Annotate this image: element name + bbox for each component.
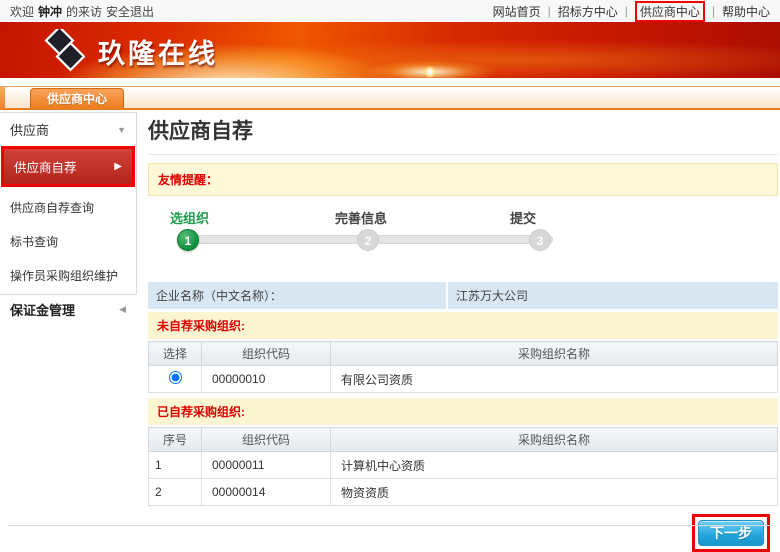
button-zone: 下一步: [148, 514, 778, 552]
org-name-cell: 有限公司资质: [331, 366, 778, 393]
tab-supplier-center[interactable]: 供应商中心: [30, 88, 124, 109]
company-name-label: 企业名称（中文名称）：: [148, 282, 446, 309]
sidebar-menu: 供应商 ▼ 供应商自荐 ▶ 供应商自荐查询 标书查询 操作员采购组织维护 保证金…: [0, 112, 137, 295]
column-header-org-name: 采购组织名称: [331, 342, 778, 366]
table-row: 1 00000011 计算机中心资质: [149, 452, 778, 479]
column-header-seq: 序号: [149, 428, 202, 452]
seq-cell: 1: [149, 452, 202, 479]
tabstrip-left-cap: [0, 87, 5, 109]
next-step-button[interactable]: 下一步: [698, 520, 764, 546]
step-progress: 选组织 完善信息 提交 1 2 3: [148, 208, 778, 260]
nav-help-center[interactable]: 帮助中心: [722, 3, 770, 20]
footer-divider: [8, 525, 772, 526]
org-code-cell: 00000010: [202, 366, 331, 393]
seq-cell: 2: [149, 479, 202, 506]
welcome-text: 欢迎 钟冲 的来访 安全退出: [10, 3, 154, 20]
org-code-cell: 00000011: [202, 452, 331, 479]
nav-separator: |: [625, 4, 628, 18]
nav-supplier-center[interactable]: 供应商中心: [640, 5, 700, 19]
sidebar-group-label: 供应商: [10, 120, 49, 139]
sidebar-group-deposit[interactable]: 保证金管理 ◀: [0, 293, 136, 326]
step-dot-3: 3: [529, 229, 551, 251]
nav-separator: |: [712, 4, 715, 18]
step-label-complete-info: 完善信息: [335, 208, 387, 227]
table-row: 2 00000014 物资资质: [149, 479, 778, 506]
sidebar-item-self-recommend-query[interactable]: 供应商自荐查询: [0, 191, 136, 225]
username: 钟冲: [38, 3, 62, 20]
recommended-table: 序号 组织代码 采购组织名称 1 00000011 计算机中心资质 2 0000…: [148, 427, 778, 506]
nav-home[interactable]: 网站首页: [493, 3, 541, 20]
welcome-suffix: 的来访: [66, 3, 102, 20]
step-label-submit: 提交: [510, 208, 536, 227]
select-cell: [149, 366, 202, 393]
step-dot-1: 1: [177, 229, 199, 251]
column-header-org-code: 组织代码: [202, 428, 331, 452]
step-label-select-org: 选组织: [170, 208, 209, 227]
arrow-right-icon: ▶: [114, 161, 122, 172]
table-row: 00000010 有限公司资质: [149, 366, 778, 393]
section-heading-not-recommended: 未自荐采购组织:: [148, 312, 778, 339]
main-content: 供应商自荐 友情提醒： 选组织 完善信息 提交 1 2 3 企业名称（中文名称）…: [148, 112, 778, 552]
top-nav: 网站首页 | 招标方中心 | 供应商中心 | 帮助中心: [493, 1, 770, 22]
annotation-box-next-button: 下一步: [692, 514, 770, 552]
notice-bar: 友情提醒：: [148, 163, 778, 196]
tab-strip: 供应商中心: [0, 86, 780, 110]
step-dot-2: 2: [357, 229, 379, 251]
table-header-row: 选择 组织代码 采购组织名称: [149, 342, 778, 366]
sidebar-item-operator-org-maintain[interactable]: 操作员采购组织维护: [0, 259, 136, 293]
nav-bidder-center[interactable]: 招标方中心: [558, 3, 618, 20]
column-header-org-code: 组织代码: [202, 342, 331, 366]
org-code-cell: 00000014: [202, 479, 331, 506]
site-banner: 玖隆在线: [0, 22, 780, 78]
company-name-row: 企业名称（中文名称）： 江苏万大公司: [148, 282, 778, 309]
chevron-left-icon: ◀: [119, 304, 126, 315]
welcome-prefix: 欢迎: [10, 3, 34, 20]
not-recommended-table: 选择 组织代码 采购组织名称 00000010 有限公司资质: [148, 341, 778, 393]
annotation-box-self-recommend: 供应商自荐 ▶: [1, 146, 135, 187]
table-header-row: 序号 组织代码 采购组织名称: [149, 428, 778, 452]
logo-text: 玖隆在线: [98, 32, 218, 71]
org-radio[interactable]: [169, 371, 182, 384]
sidebar-group-supplier[interactable]: 供应商 ▼: [0, 113, 136, 145]
org-name-cell: 计算机中心资质: [331, 452, 778, 479]
nav-separator: |: [548, 4, 551, 18]
top-utility-bar: 欢迎 钟冲 的来访 安全退出 网站首页 | 招标方中心 | 供应商中心 | 帮助…: [0, 0, 780, 22]
sidebar-item-label: 供应商自荐: [14, 157, 77, 176]
sidebar-item-self-recommend[interactable]: 供应商自荐 ▶: [4, 149, 132, 184]
sidebar-item-bid-doc-query[interactable]: 标书查询: [0, 225, 136, 259]
sidebar-group-label: 保证金管理: [10, 300, 75, 319]
logo-diamonds-icon: [42, 29, 88, 73]
page-title: 供应商自荐: [148, 112, 778, 155]
banner-sparkle-decoration: [424, 66, 436, 78]
chevron-down-icon: ▼: [117, 125, 126, 135]
company-name-value: 江苏万大公司: [448, 282, 778, 309]
logout-link[interactable]: 安全退出: [106, 3, 154, 20]
org-name-cell: 物资资质: [331, 479, 778, 506]
site-logo: 玖隆在线: [42, 29, 218, 73]
column-header-org-name: 采购组织名称: [331, 428, 778, 452]
column-header-select: 选择: [149, 342, 202, 366]
section-heading-recommended: 已自荐采购组织:: [148, 398, 778, 425]
annotation-box-supplier-center: 供应商中心: [635, 1, 705, 22]
